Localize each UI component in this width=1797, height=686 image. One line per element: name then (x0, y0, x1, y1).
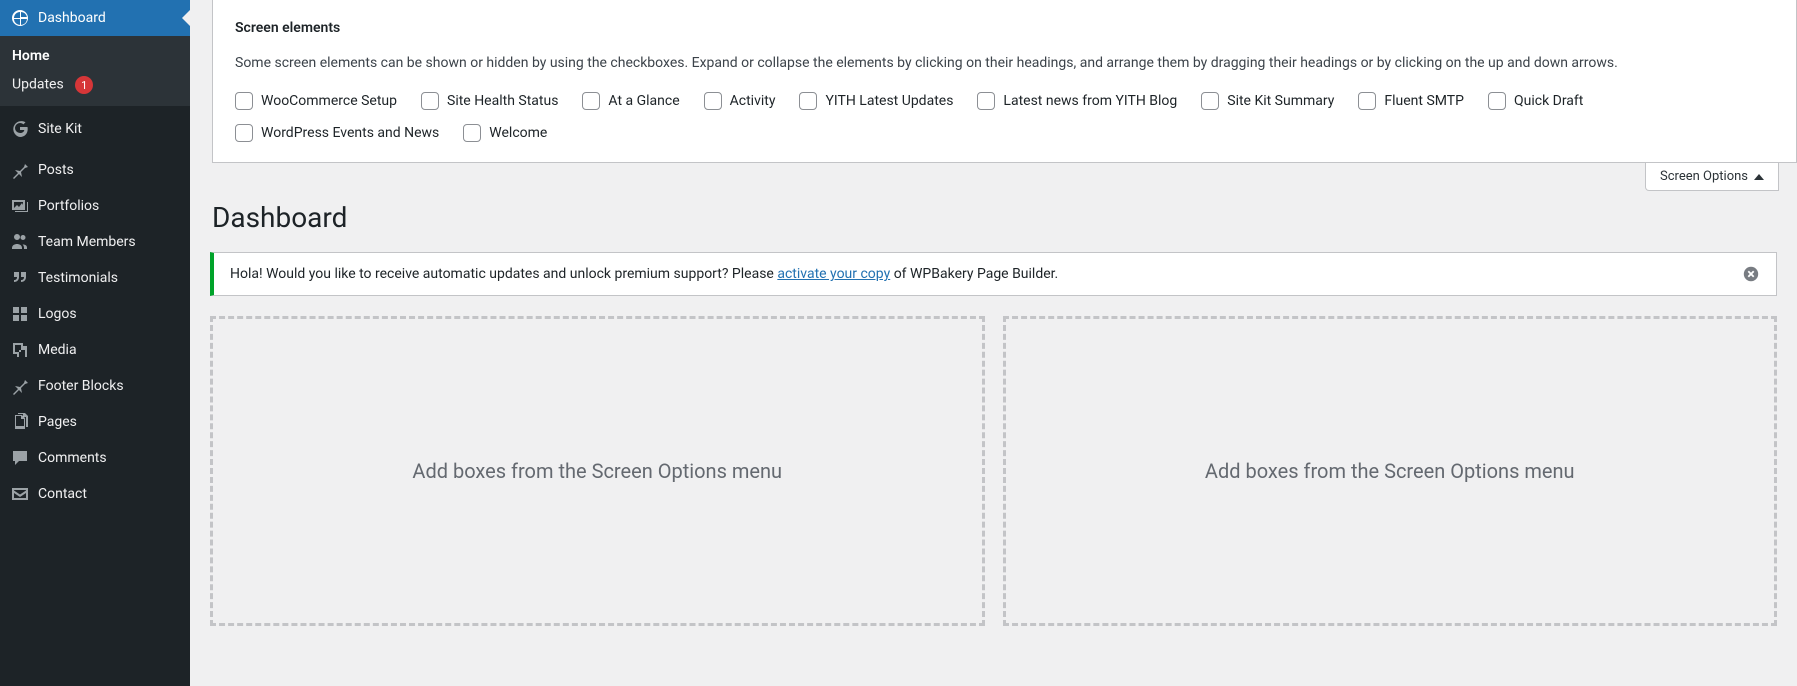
checkbox-label: YITH Latest Updates (825, 93, 953, 109)
sidebar-item-posts[interactable]: Posts (0, 152, 190, 188)
sidebar-item-label: Dashboard (38, 10, 106, 26)
checkbox-input[interactable] (1201, 92, 1219, 110)
checkbox-wp-events[interactable]: WordPress Events and News (235, 124, 439, 142)
sidebar-item-label: Posts (38, 162, 74, 178)
checkbox-sitekit-summary[interactable]: Site Kit Summary (1201, 92, 1334, 110)
checkbox-woocommerce-setup[interactable]: WooCommerce Setup (235, 92, 397, 110)
checkbox-label: WordPress Events and News (261, 125, 439, 141)
sidebar-item-label: Site Kit (38, 121, 82, 137)
dashboard-content: Dashboard Hola! Would you like to receiv… (190, 191, 1797, 646)
quote-icon (10, 268, 30, 288)
checkbox-yith-blog[interactable]: Latest news from YITH Blog (977, 92, 1177, 110)
checkbox-welcome[interactable]: Welcome (463, 124, 547, 142)
sidebar-item-portfolios[interactable]: Portfolios (0, 188, 190, 224)
checkbox-input[interactable] (1488, 92, 1506, 110)
widget-placeholder-text: Add boxes from the Screen Options menu (1205, 459, 1575, 483)
checkbox-label: Activity (730, 93, 776, 109)
checkbox-input[interactable] (704, 92, 722, 110)
close-icon (1742, 265, 1760, 283)
sidebar-item-label: Logos (38, 306, 77, 322)
screen-elements-checkboxes: WooCommerce Setup Site Health Status At … (235, 92, 1774, 142)
sidebar-item-label: Team Members (38, 234, 136, 250)
chevron-up-icon (1754, 174, 1764, 180)
sidebar-submenu-updates[interactable]: Updates 1 (0, 70, 190, 100)
sidebar-item-label: Footer Blocks (38, 378, 124, 394)
checkbox-site-health[interactable]: Site Health Status (421, 92, 558, 110)
screen-options-tab-wrap: Screen Options (190, 163, 1797, 191)
page-title: Dashboard (212, 201, 1777, 234)
sidebar-submenu-home[interactable]: Home (0, 42, 190, 70)
checkbox-input[interactable] (582, 92, 600, 110)
notice-text: Hola! Would you like to receive automati… (230, 266, 1058, 282)
sidebar-item-label: Contact (38, 486, 87, 502)
images-icon (10, 196, 30, 216)
checkbox-input[interactable] (235, 92, 253, 110)
checkbox-label: Site Health Status (447, 93, 558, 109)
checkbox-label: WooCommerce Setup (261, 93, 397, 109)
checkbox-label: At a Glance (608, 93, 679, 109)
screen-options-panel: Screen elements Some screen elements can… (212, 0, 1797, 163)
sidebar-item-label: Media (38, 342, 77, 358)
sidebar-submenu-label: Updates (12, 77, 64, 93)
pin-icon (10, 160, 30, 180)
updates-count-badge: 1 (75, 76, 93, 94)
widget-placeholder-text: Add boxes from the Screen Options menu (412, 459, 782, 483)
checkbox-label: Site Kit Summary (1227, 93, 1334, 109)
checkbox-input[interactable] (235, 124, 253, 142)
checkbox-input[interactable] (977, 92, 995, 110)
sidebar-item-testimonials[interactable]: Testimonials (0, 260, 190, 296)
sidebar-item-pages[interactable]: Pages (0, 404, 190, 440)
screen-elements-heading: Screen elements (235, 20, 1774, 36)
checkbox-yith-updates[interactable]: YITH Latest Updates (799, 92, 953, 110)
sidebar-item-label: Comments (38, 450, 107, 466)
checkbox-input[interactable] (421, 92, 439, 110)
notice-dismiss-button[interactable] (1742, 265, 1760, 283)
checkbox-input[interactable] (1358, 92, 1376, 110)
sidebar-item-media[interactable]: Media (0, 332, 190, 368)
sidebar-item-contact[interactable]: Contact (0, 476, 190, 512)
checkbox-label: Welcome (489, 125, 547, 141)
notice-text-after: of WPBakery Page Builder. (890, 266, 1058, 282)
checkbox-activity[interactable]: Activity (704, 92, 776, 110)
grid-icon (10, 304, 30, 324)
screen-elements-description: Some screen elements can be shown or hid… (235, 52, 1774, 74)
checkbox-label: Latest news from YITH Blog (1003, 93, 1177, 109)
widget-dropzone-left[interactable]: Add boxes from the Screen Options menu (210, 316, 985, 626)
users-icon (10, 232, 30, 252)
sidebar-item-label: Testimonials (38, 270, 118, 286)
widget-dropzone-right[interactable]: Add boxes from the Screen Options menu (1003, 316, 1778, 626)
google-icon (10, 119, 30, 139)
screen-options-label: Screen Options (1660, 169, 1748, 184)
sidebar-item-footer-blocks[interactable]: Footer Blocks (0, 368, 190, 404)
checkbox-input[interactable] (463, 124, 481, 142)
sidebar-item-logos[interactable]: Logos (0, 296, 190, 332)
pages-icon (10, 412, 30, 432)
admin-sidebar: Dashboard Home Updates 1 Site Kit Posts … (0, 0, 190, 686)
checkbox-label: Fluent SMTP (1384, 93, 1464, 109)
sidebar-item-sitekit[interactable]: Site Kit (0, 111, 190, 147)
screen-options-toggle[interactable]: Screen Options (1645, 163, 1779, 191)
checkbox-label: Quick Draft (1514, 93, 1583, 109)
dashboard-icon (10, 8, 30, 28)
sidebar-submenu-dashboard: Home Updates 1 (0, 36, 190, 106)
sidebar-item-team-members[interactable]: Team Members (0, 224, 190, 260)
envelope-icon (10, 484, 30, 504)
notice-text-before: Hola! Would you like to receive automati… (230, 266, 777, 282)
pin-icon (10, 376, 30, 396)
notice-activate-link[interactable]: activate your copy (777, 266, 890, 282)
sidebar-item-label: Pages (38, 414, 77, 430)
comment-icon (10, 448, 30, 468)
sidebar-item-comments[interactable]: Comments (0, 440, 190, 476)
dashboard-widgets: Add boxes from the Screen Options menu A… (210, 316, 1777, 626)
checkbox-fluent-smtp[interactable]: Fluent SMTP (1358, 92, 1464, 110)
sidebar-item-label: Portfolios (38, 198, 99, 214)
checkbox-at-a-glance[interactable]: At a Glance (582, 92, 679, 110)
media-icon (10, 340, 30, 360)
wpbakery-notice: Hola! Would you like to receive automati… (210, 252, 1777, 296)
main-content: Screen elements Some screen elements can… (190, 0, 1797, 686)
checkbox-quick-draft[interactable]: Quick Draft (1488, 92, 1583, 110)
sidebar-item-dashboard[interactable]: Dashboard (0, 0, 190, 36)
checkbox-input[interactable] (799, 92, 817, 110)
